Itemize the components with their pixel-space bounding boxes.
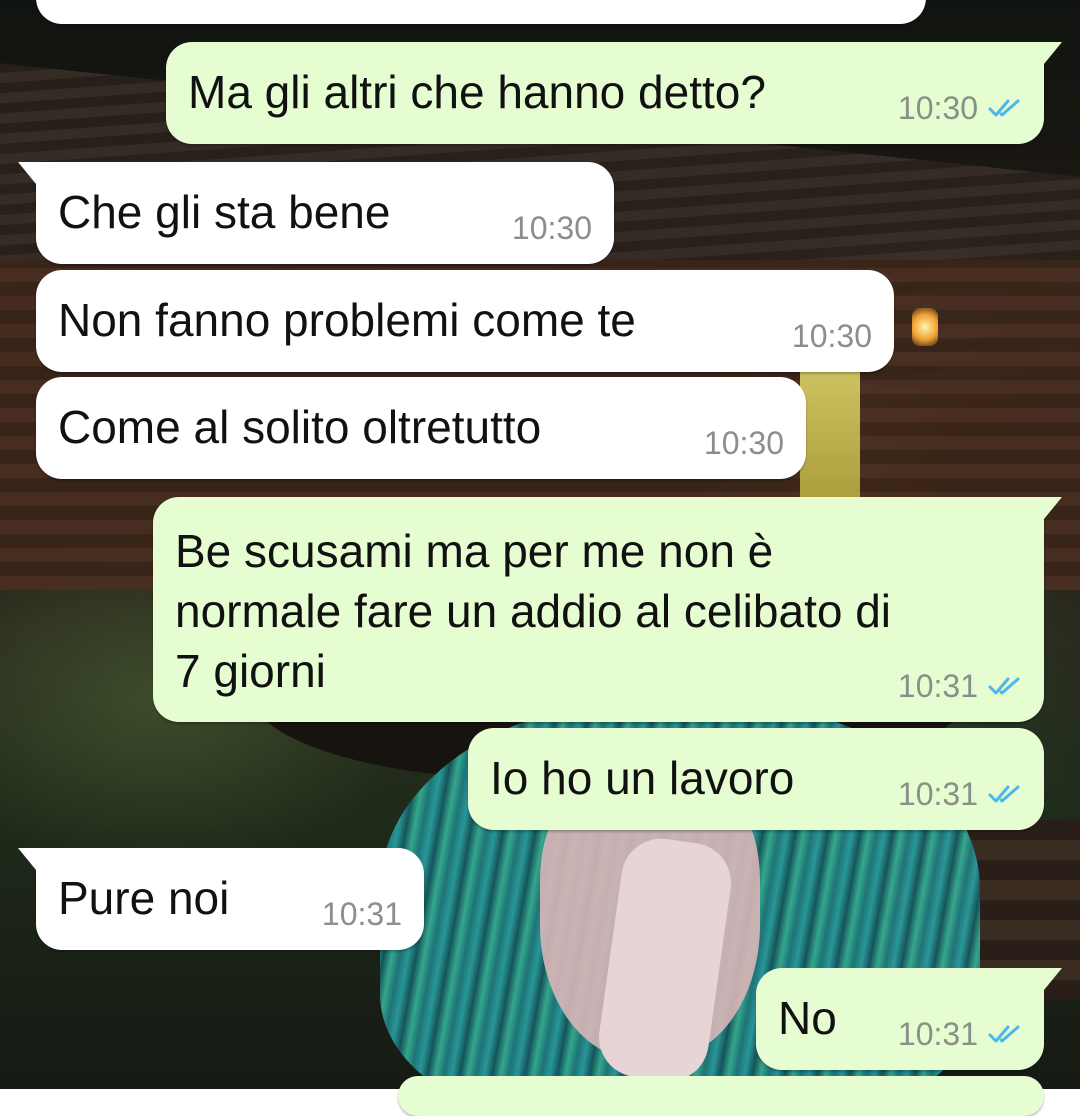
message-text: Che gli sta bene [58,186,391,238]
message-meta: 10:30 [898,90,1022,126]
message-bubble-incoming[interactable]: Come al solito oltretutto 10:30 [36,377,806,479]
message-time: 10:30 [897,90,978,126]
message-time: 10:31 [321,896,402,932]
message-bubble-partial-bottom[interactable] [398,1076,1044,1116]
message-bubble-incoming[interactable]: Che gli sta bene 10:30 [18,162,614,264]
message-bubble-outgoing[interactable]: No 10:31 [756,968,1062,1070]
message-time: 10:30 [791,318,872,354]
message-text: Pure noi [58,872,230,924]
message-text: Ma gli altri che hanno detto? [188,66,766,118]
message-meta: 10:30 [512,210,592,246]
message-meta: 10:31 [898,668,1022,704]
message-time: 10:31 [897,668,978,704]
message-time: 10:31 [897,1016,978,1052]
message-meta: 10:30 [792,318,872,354]
message-list[interactable]: Ma gli altri che hanno detto? 10:30 Che … [0,0,1080,1116]
double-check-icon [988,677,1020,695]
double-check-icon [988,1025,1020,1043]
message-bubble-outgoing[interactable]: Ma gli altri che hanno detto? 10:30 [166,42,1062,144]
message-bubble-outgoing[interactable]: Be scusami ma per me non è normale fare … [153,497,1062,722]
message-meta: 10:30 [704,425,784,461]
message-bubble-outgoing[interactable]: Io ho un lavoro 10:31 [468,728,1044,830]
message-meta: 10:31 [898,1016,1022,1052]
message-time: 10:30 [703,425,784,461]
message-text: Come al solito oltretutto [58,401,542,453]
message-meta: 10:31 [322,896,402,932]
message-text: Io ho un lavoro [490,752,795,804]
message-meta: 10:31 [898,776,1022,812]
double-check-icon [988,99,1020,117]
message-bubble-incoming[interactable]: Non fanno problemi come te 10:30 [36,270,894,372]
message-time: 10:31 [897,776,978,812]
double-check-icon [988,785,1020,803]
message-text: Non fanno problemi come te [58,294,636,346]
message-bubble-partial-top[interactable] [36,0,926,24]
message-time: 10:30 [511,210,592,246]
message-text: No [778,992,837,1044]
message-text: Be scusami ma per me non è normale fare … [175,525,892,697]
message-bubble-incoming[interactable]: Pure noi 10:31 [18,848,424,950]
